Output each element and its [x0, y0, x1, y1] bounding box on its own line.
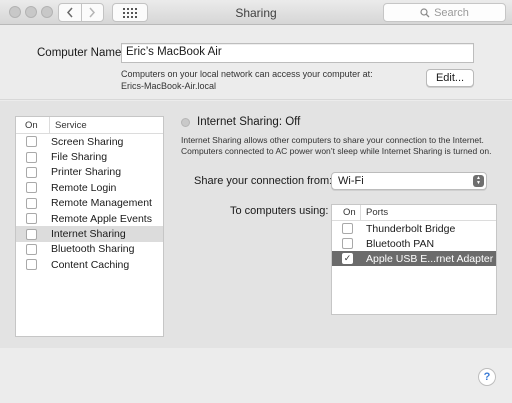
- service-row-content-caching[interactable]: Content Caching: [16, 257, 163, 272]
- port-checkbox[interactable]: [342, 238, 353, 249]
- edit-button[interactable]: Edit...: [426, 69, 474, 87]
- port-checkbox[interactable]: [342, 223, 353, 234]
- service-checkbox[interactable]: [26, 166, 37, 178]
- ports-list-header: On Ports: [332, 205, 496, 221]
- search-icon: [420, 7, 430, 17]
- address-description-text: Computers on your local network can acce…: [121, 69, 373, 79]
- title-bar: Sharing Search: [0, 0, 512, 25]
- internet-sharing-description: Internet Sharing allows other computers …: [181, 135, 492, 156]
- service-label: Remote Apple Events: [51, 212, 152, 225]
- service-row-remote-apple-events[interactable]: Remote Apple Events: [16, 211, 163, 226]
- service-label: Printer Sharing: [51, 166, 122, 179]
- service-checkbox[interactable]: [26, 213, 37, 225]
- search-field[interactable]: Search: [383, 3, 506, 22]
- sharing-window: Sharing Search Computer Name: Eric’s Mac…: [0, 0, 512, 403]
- port-label: Bluetooth PAN: [366, 237, 435, 250]
- internet-sharing-status: Internet Sharing: Off: [197, 116, 301, 128]
- service-label: Remote Login: [51, 181, 117, 194]
- column-header-ports: Ports: [366, 207, 389, 218]
- service-label: Remote Management: [51, 197, 152, 210]
- service-checkbox[interactable]: [26, 228, 37, 240]
- column-header-service: Service: [55, 119, 87, 131]
- service-checkbox[interactable]: [26, 243, 37, 255]
- service-list-header: On Service: [16, 117, 163, 134]
- service-row-printer-sharing[interactable]: Printer Sharing: [16, 165, 163, 180]
- service-row-screen-sharing[interactable]: Screen Sharing: [16, 134, 163, 149]
- column-header-on: On: [16, 117, 50, 133]
- port-checkbox[interactable]: [342, 253, 353, 264]
- to-computers-label: To computers using:: [230, 205, 329, 217]
- service-row-remote-management[interactable]: Remote Management: [16, 196, 163, 211]
- computer-address-description: Computers on your local network can acce…: [121, 68, 421, 92]
- service-label: File Sharing: [51, 151, 108, 164]
- ports-list: On Ports Thunderbolt Bridge Bluetooth PA…: [331, 204, 497, 315]
- status-indicator: [181, 118, 190, 127]
- computer-name-field[interactable]: Eric’s MacBook Air: [121, 43, 474, 63]
- service-checkbox[interactable]: [26, 136, 37, 148]
- port-row-bluetooth-pan[interactable]: Bluetooth PAN: [332, 236, 496, 251]
- service-checkbox[interactable]: [26, 197, 37, 209]
- service-label: Bluetooth Sharing: [51, 243, 135, 256]
- share-from-value: Wi-Fi: [338, 175, 364, 187]
- service-checkbox[interactable]: [26, 182, 37, 194]
- updown-arrows-icon: ▲ ▼: [473, 175, 484, 187]
- service-list: On Service Screen Sharing File Sharing P…: [15, 116, 164, 337]
- computer-name-section: Computer Name: Eric’s MacBook Air Comput…: [0, 26, 512, 100]
- service-checkbox[interactable]: [26, 151, 37, 163]
- sharing-main-panel: On Service Screen Sharing File Sharing P…: [0, 101, 512, 348]
- service-checkbox[interactable]: [26, 259, 37, 271]
- column-header-on: On: [332, 205, 361, 220]
- port-row-usb-ethernet[interactable]: Apple USB E...rnet Adapter: [332, 251, 496, 266]
- search-placeholder: Search: [434, 6, 469, 19]
- service-row-internet-sharing[interactable]: Internet Sharing: [16, 226, 163, 242]
- help-button[interactable]: ?: [478, 368, 496, 386]
- port-label: Thunderbolt Bridge: [366, 222, 456, 235]
- share-from-label: Share your connection from:: [194, 175, 333, 187]
- service-label: Internet Sharing: [51, 228, 126, 241]
- local-hostname: Erics-MacBook-Air.local: [121, 81, 217, 91]
- service-row-bluetooth-sharing[interactable]: Bluetooth Sharing: [16, 242, 163, 257]
- service-label: Content Caching: [51, 258, 130, 271]
- port-row-thunderbolt-bridge[interactable]: Thunderbolt Bridge: [332, 221, 496, 236]
- port-label: Apple USB E...rnet Adapter: [366, 252, 494, 265]
- computer-name-label: Computer Name:: [37, 47, 125, 59]
- service-row-remote-login[interactable]: Remote Login: [16, 180, 163, 195]
- service-row-file-sharing[interactable]: File Sharing: [16, 149, 163, 164]
- service-label: Screen Sharing: [51, 135, 124, 148]
- share-from-popup[interactable]: Wi-Fi ▲ ▼: [331, 172, 487, 190]
